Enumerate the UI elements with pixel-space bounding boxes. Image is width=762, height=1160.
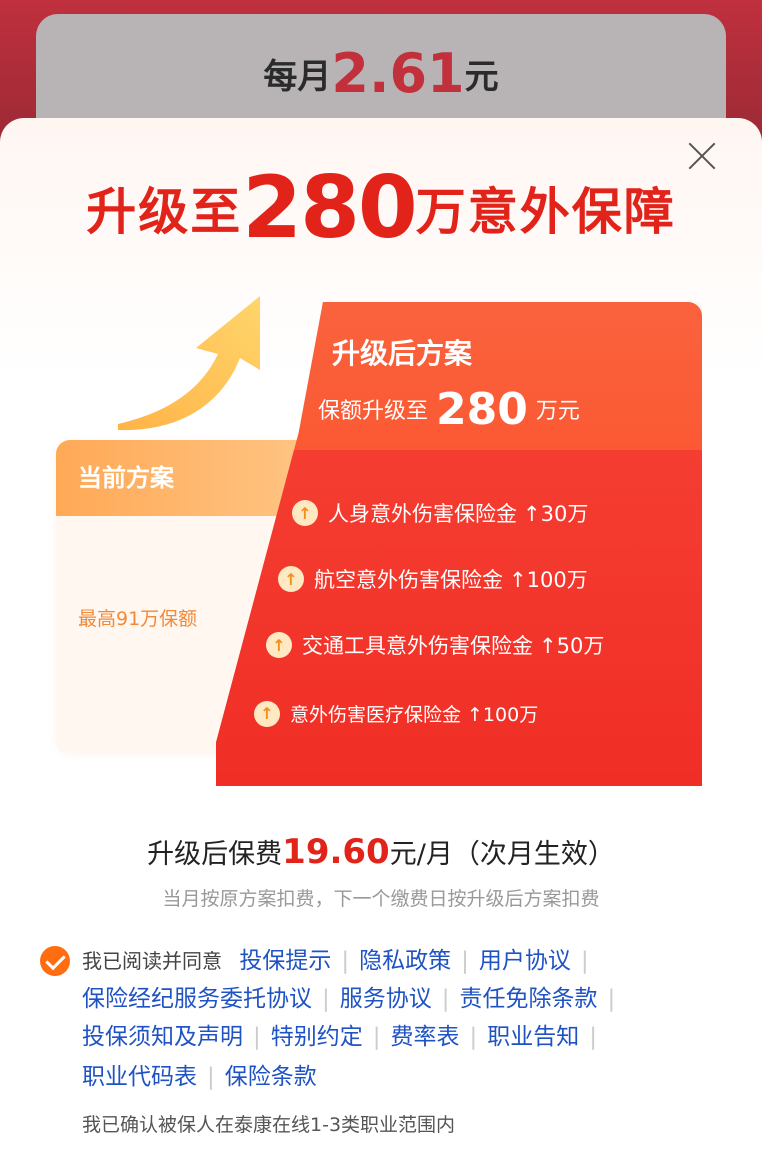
separator: | bbox=[253, 1024, 261, 1050]
upgrade-arrow-icon bbox=[118, 296, 260, 431]
headline-suffix: 万意外保障 bbox=[415, 183, 676, 241]
current-plan-coverage: 最高91万保额 bbox=[78, 608, 198, 630]
background-price: 每月2.61元 bbox=[0, 47, 762, 101]
coverage-unit: 万元 bbox=[535, 399, 580, 424]
coverage-amount: 280 bbox=[436, 384, 528, 435]
agreement-lead: 我已阅读并同意 bbox=[82, 949, 222, 973]
fee-note: 当月按原方案扣费，下一个缴费日按升级后方案扣费 bbox=[162, 888, 600, 910]
current-plan-title: 当前方案 bbox=[56, 440, 316, 516]
separator: | bbox=[469, 1024, 478, 1050]
fee-suffix: 元/月（次月生效） bbox=[389, 839, 615, 870]
link-rate-table[interactable]: 费率表 bbox=[391, 1024, 460, 1050]
benefit-label: 人身意外伤害保险金 bbox=[328, 502, 517, 526]
benefit-item: ↑ 航空意外伤害保险金 ↑100万 bbox=[278, 564, 588, 594]
upgraded-plan-title: 升级后方案 bbox=[332, 337, 473, 370]
separator: | bbox=[580, 948, 589, 974]
benefit-change: ↑30万 bbox=[523, 502, 589, 526]
separator: | bbox=[341, 948, 350, 974]
headline-amount: 280 bbox=[242, 158, 418, 258]
link-policy-terms[interactable]: 保险条款 bbox=[225, 1064, 317, 1090]
agreement-line: 我已阅读并同意 投保提示 | 隐私政策 | 用户协议 | bbox=[82, 942, 722, 980]
benefit-change: ↑100万 bbox=[509, 568, 588, 592]
link-service-agreement[interactable]: 服务协议 bbox=[340, 986, 432, 1012]
upgraded-plan-coverage: 保额升级至 280 万元 bbox=[318, 384, 580, 435]
benefit-item: ↑ 意外伤害医疗保险金 ↑100万 bbox=[254, 700, 538, 727]
link-notice[interactable]: 投保须知及声明 bbox=[82, 1024, 243, 1050]
benefit-label: 意外伤害医疗保险金 bbox=[290, 704, 462, 726]
agreement-line: 投保须知及声明 | 特别约定 | 费率表 | 职业告知 | bbox=[82, 1018, 722, 1056]
benefit-item: ↑ 交通工具意外伤害保险金 ↑50万 bbox=[266, 630, 604, 660]
fee-price: 19.60 bbox=[282, 832, 390, 872]
occupation-confirmation: 我已确认被保人在泰康在线1-3类职业范围内 bbox=[82, 1114, 456, 1136]
arrow-up-icon: ↑ bbox=[254, 700, 280, 727]
headline: 升级至280万意外保障 bbox=[0, 158, 762, 258]
agree-checkbox[interactable] bbox=[40, 946, 70, 976]
headline-prefix: 升级至 bbox=[86, 183, 243, 241]
separator: | bbox=[607, 986, 616, 1012]
background-price-value: 2.61 bbox=[331, 42, 465, 105]
fee-prefix: 升级后保费 bbox=[147, 839, 283, 870]
separator: | bbox=[207, 1064, 215, 1090]
background-price-unit: 元 bbox=[464, 57, 499, 97]
background-price-prefix: 每月 bbox=[263, 57, 332, 97]
agreement-line: 职业代码表 | 保险条款 bbox=[82, 1058, 722, 1096]
benefit-item: ↑ 人身意外伤害保险金 ↑30万 bbox=[292, 498, 588, 528]
arrow-up-icon: ↑ bbox=[266, 632, 292, 658]
separator: | bbox=[461, 948, 469, 974]
link-occupation-notice[interactable]: 职业告知 bbox=[487, 1024, 579, 1050]
agreement-line: 保险经纪服务委托协议 | 服务协议 | 责任免除条款 | bbox=[82, 980, 722, 1018]
coverage-prefix: 保额升级至 bbox=[318, 399, 429, 424]
link-broker-agreement[interactable]: 保险经纪服务委托协议 bbox=[82, 986, 312, 1012]
link-occupation-codes[interactable]: 职业代码表 bbox=[82, 1064, 197, 1090]
separator: | bbox=[372, 1024, 381, 1050]
arrow-up-icon: ↑ bbox=[292, 500, 318, 526]
benefit-label: 航空意外伤害保险金 bbox=[314, 568, 503, 592]
link-exclusions[interactable]: 责任免除条款 bbox=[460, 986, 598, 1012]
arrow-up-icon: ↑ bbox=[278, 566, 304, 592]
benefit-change: ↑100万 bbox=[467, 704, 539, 726]
separator: | bbox=[322, 986, 330, 1012]
upgraded-fee: 升级后保费19.60元/月（次月生效） bbox=[0, 832, 762, 872]
link-privacy[interactable]: 隐私政策 bbox=[359, 948, 451, 974]
link-tips[interactable]: 投保提示 bbox=[239, 948, 331, 974]
link-special-terms[interactable]: 特别约定 bbox=[271, 1024, 363, 1050]
separator: | bbox=[589, 1024, 597, 1050]
benefit-label: 交通工具意外伤害保险金 bbox=[302, 634, 533, 658]
link-user-agreement[interactable]: 用户协议 bbox=[479, 948, 571, 974]
separator: | bbox=[441, 986, 450, 1012]
benefit-change: ↑50万 bbox=[539, 634, 605, 658]
